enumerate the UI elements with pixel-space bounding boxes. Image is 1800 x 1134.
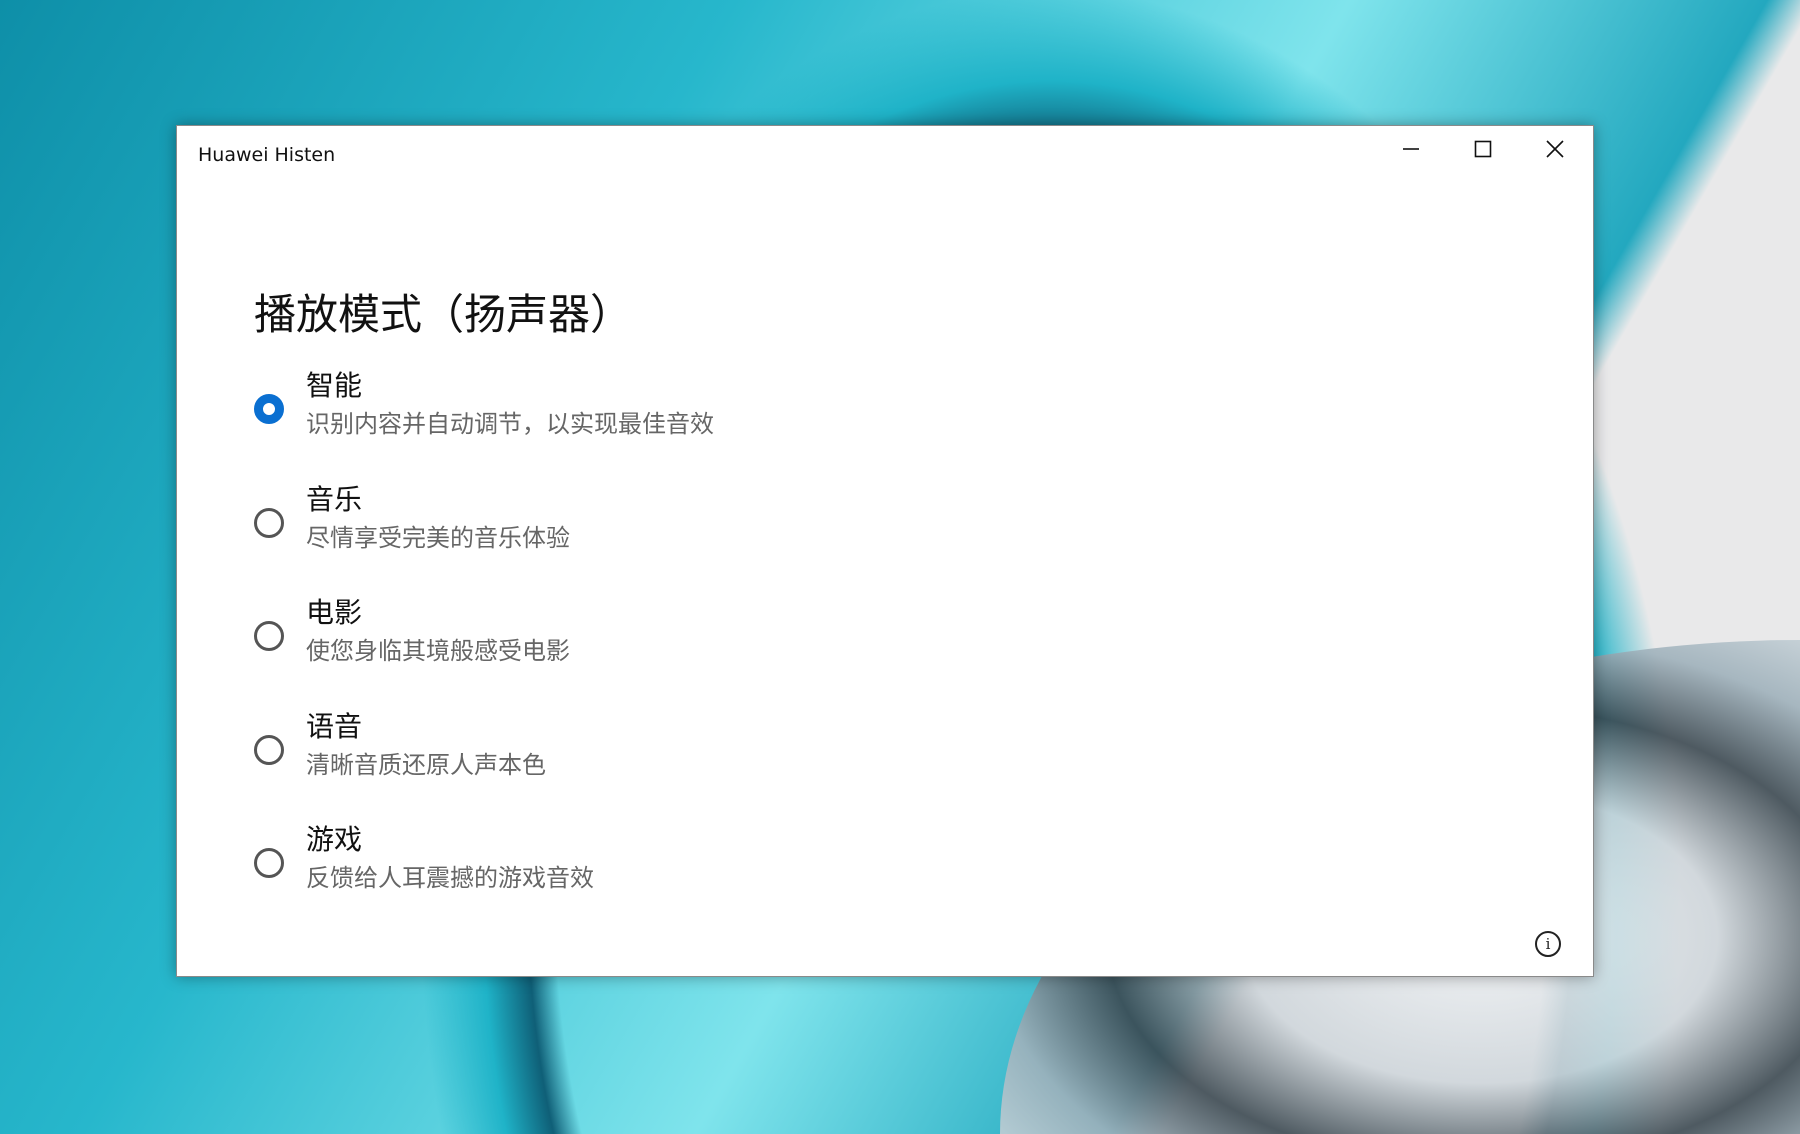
option-description: 清晰音质还原人声本色 bbox=[306, 747, 546, 783]
option-description: 识别内容并自动调节，以实现最佳音效 bbox=[306, 406, 714, 442]
option-movie[interactable]: 电影 使您身临其境般感受电影 bbox=[254, 593, 570, 669]
option-label: 游戏 bbox=[306, 820, 594, 860]
radio-button[interactable] bbox=[254, 621, 284, 651]
option-description: 使您身临其境般感受电影 bbox=[306, 633, 570, 669]
option-label: 语音 bbox=[306, 707, 546, 747]
option-smart[interactable]: 智能 识别内容并自动调节，以实现最佳音效 bbox=[254, 366, 714, 442]
option-music[interactable]: 音乐 尽情享受完美的音乐体验 bbox=[254, 480, 570, 556]
maximize-button[interactable] bbox=[1443, 126, 1523, 172]
minimize-button[interactable] bbox=[1371, 126, 1451, 172]
option-description: 反馈给人耳震撼的游戏音效 bbox=[306, 860, 594, 896]
page-heading: 播放模式（扬声器） bbox=[254, 281, 632, 342]
option-label: 音乐 bbox=[306, 480, 570, 520]
option-description: 尽情享受完美的音乐体验 bbox=[306, 520, 570, 556]
close-icon bbox=[1545, 139, 1565, 159]
window-title: Huawei Histen bbox=[198, 144, 335, 166]
option-label: 智能 bbox=[306, 366, 714, 406]
radio-button[interactable] bbox=[254, 508, 284, 538]
option-game[interactable]: 游戏 反馈给人耳震撼的游戏音效 bbox=[254, 820, 594, 896]
radio-button[interactable] bbox=[254, 735, 284, 765]
minimize-icon bbox=[1401, 139, 1421, 159]
radio-button-selected[interactable] bbox=[254, 394, 284, 424]
info-icon[interactable]: i bbox=[1535, 931, 1561, 957]
option-label: 电影 bbox=[306, 593, 570, 633]
option-voice[interactable]: 语音 清晰音质还原人声本色 bbox=[254, 707, 546, 783]
app-window: Huawei Histen 播放模式（扬声器） 智能 识别内容并自动调节，以实现… bbox=[176, 125, 1594, 977]
radio-button[interactable] bbox=[254, 848, 284, 878]
close-button[interactable] bbox=[1515, 126, 1595, 172]
maximize-icon bbox=[1473, 139, 1493, 159]
